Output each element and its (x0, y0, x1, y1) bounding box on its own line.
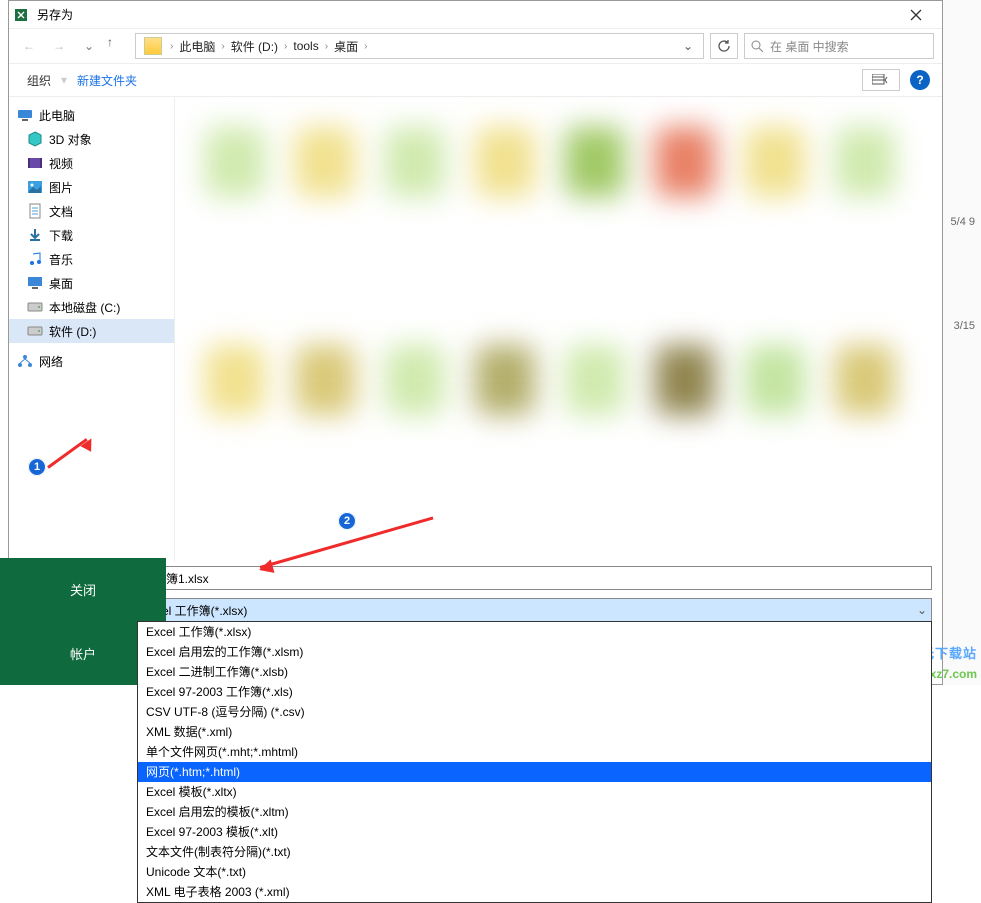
excel-icon (15, 7, 31, 23)
refresh-button[interactable] (710, 33, 738, 59)
tree-item[interactable]: 本地磁盘 (C:) (9, 295, 174, 319)
organize-menu[interactable]: 组织 (21, 68, 57, 93)
picture-icon (27, 179, 43, 195)
filetype-option[interactable]: CSV UTF-8 (逗号分隔) (*.csv) (138, 702, 931, 722)
tree-item-label: 本地磁盘 (C:) (49, 299, 120, 316)
disk-icon (27, 323, 43, 339)
chevron-right-icon: › (325, 41, 328, 52)
filetype-option[interactable]: Unicode 文本(*.txt) (138, 862, 931, 882)
pc-icon (17, 107, 33, 123)
tree-item-label: 视频 (49, 155, 73, 172)
annotation-badge-2: 2 (338, 512, 356, 530)
filetype-option[interactable]: Excel 97-2003 模板(*.xlt) (138, 822, 931, 842)
filetype-option[interactable]: 文本文件(制表符分隔)(*.txt) (138, 842, 931, 862)
breadcrumb-dropdown-icon[interactable]: ⌄ (677, 39, 699, 53)
tree-item[interactable]: 视频 (9, 151, 174, 175)
chevron-down-icon: ▾ (61, 73, 67, 87)
tree-item[interactable]: 网络 (9, 349, 174, 373)
close-button[interactable] (896, 3, 936, 27)
chevron-right-icon: › (221, 41, 224, 52)
tree-item-label: 音乐 (49, 251, 73, 268)
filetype-option[interactable]: XML 数据(*.xml) (138, 722, 931, 742)
tree-item-label: 桌面 (49, 275, 73, 292)
search-icon (751, 40, 764, 53)
window-title: 另存为 (37, 6, 896, 23)
filetype-option[interactable]: Excel 二进制工作簿(*.xlsb) (138, 662, 931, 682)
tree-item[interactable]: 图片 (9, 175, 174, 199)
background-panel: 5/4 9 3/15 (941, 0, 981, 685)
download-icon (27, 227, 43, 243)
chevron-right-icon: › (364, 41, 367, 52)
tree-item[interactable]: 文档 (9, 199, 174, 223)
up-button[interactable]: ↑ (107, 35, 129, 57)
tree-item[interactable]: 音乐 (9, 247, 174, 271)
tree-item-label: 下载 (49, 227, 73, 244)
breadcrumb[interactable]: › 此电脑 › 软件 (D:) › tools › 桌面 › ⌄ (135, 33, 704, 59)
filetype-option[interactable]: Excel 工作簿(*.xlsx) (138, 622, 931, 642)
tree-item-label: 图片 (49, 179, 73, 196)
view-mode-button[interactable] (862, 69, 900, 91)
breadcrumb-seg[interactable]: tools (291, 37, 320, 55)
desktop-icon (27, 275, 43, 291)
chevron-down-icon: ⌄ (917, 603, 927, 617)
filetype-option[interactable]: 网页(*.htm;*.html) (138, 762, 931, 782)
filetype-dropdown[interactable]: Excel 工作簿(*.xlsx)Excel 启用宏的工作簿(*.xlsm)Ex… (137, 621, 932, 903)
bg-date-2: 3/15 (954, 320, 975, 332)
folder-tree[interactable]: 此电脑 3D 对象视频图片文档下载音乐桌面本地磁盘 (C:) 软件 (D:) 网络 (9, 97, 175, 562)
tree-item[interactable]: 3D 对象 (9, 127, 174, 151)
tree-item-label: 网络 (39, 353, 63, 370)
chevron-right-icon: › (170, 41, 173, 52)
forward-button[interactable]: → (47, 34, 71, 58)
annotation-badge-1: 1 (28, 458, 46, 476)
breadcrumb-seg[interactable]: 桌面 (332, 36, 360, 57)
help-button[interactable]: ? (910, 70, 930, 90)
doc-icon (27, 203, 43, 219)
filetype-option[interactable]: Excel 启用宏的工作簿(*.xlsm) (138, 642, 931, 662)
back-button[interactable]: ← (17, 34, 41, 58)
filetype-option[interactable]: 单个文件网页(*.mht;*.mhtml) (138, 742, 931, 762)
chevron-right-icon: › (284, 41, 287, 52)
tree-item[interactable]: 此电脑 (9, 103, 174, 127)
filetype-option[interactable]: XML 电子表格 2003 (*.xml) (138, 882, 931, 902)
search-placeholder: 在 桌面 中搜索 (770, 38, 849, 55)
breadcrumb-seg[interactable]: 软件 (D:) (229, 36, 280, 57)
tree-item[interactable]: 软件 (D:) (9, 319, 174, 343)
tree-item[interactable]: 桌面 (9, 271, 174, 295)
tree-item-label: 软件 (D:) (49, 323, 96, 340)
music-icon (27, 251, 43, 267)
folder-icon (144, 37, 162, 55)
filetype-select[interactable]: Excel 工作簿(*.xlsx) ⌄ (135, 598, 932, 622)
backstage-close[interactable]: 关闭 (0, 558, 166, 622)
breadcrumb-seg[interactable]: 此电脑 (177, 36, 217, 57)
search-input[interactable]: 在 桌面 中搜索 (744, 33, 934, 59)
filetype-option[interactable]: Excel 启用宏的模板(*.xltm) (138, 802, 931, 822)
tree-item-label: 此电脑 (39, 107, 75, 124)
file-list-area[interactable] (175, 97, 942, 562)
cube-icon (27, 131, 43, 147)
toolbar: 组织 ▾ 新建文件夹 ? (9, 63, 942, 97)
bg-date-1: 5/4 9 (951, 216, 975, 228)
network-icon (17, 353, 33, 369)
new-folder-button[interactable]: 新建文件夹 (71, 68, 143, 93)
blurred-thumbnails (185, 107, 932, 552)
recent-dropdown-icon[interactable]: ⌄ (77, 34, 101, 58)
video-icon (27, 155, 43, 171)
filetype-option[interactable]: Excel 97-2003 工作簿(*.xls) (138, 682, 931, 702)
tree-item-label: 3D 对象 (49, 131, 92, 148)
titlebar: 另存为 (9, 1, 942, 29)
nav-bar: ← → ⌄ ↑ › 此电脑 › 软件 (D:) › tools › 桌面 › ⌄… (9, 29, 942, 63)
tree-item[interactable]: 下载 (9, 223, 174, 247)
disk-icon (27, 299, 43, 315)
tree-item-label: 文档 (49, 203, 73, 220)
filetype-option[interactable]: Excel 模板(*.xltx) (138, 782, 931, 802)
